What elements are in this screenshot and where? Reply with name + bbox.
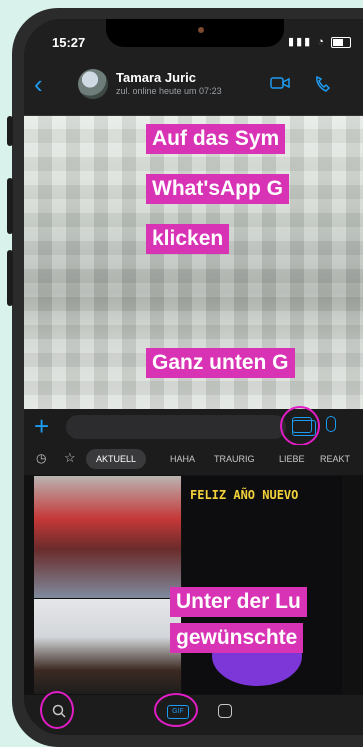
tab-liebe[interactable]: LIEBE — [279, 454, 305, 464]
signal-icon: ▮▮▮ — [288, 36, 313, 48]
gif-tile[interactable] — [34, 476, 181, 598]
recent-icon[interactable]: ◷ — [36, 451, 46, 465]
overlay-line-1: Auf das Sym — [146, 124, 286, 154]
gif-tile[interactable]: FELIZ AÑO NUEVO — [182, 476, 342, 694]
camera-dot-icon — [198, 27, 204, 33]
status-time: 15:27 — [52, 35, 86, 50]
battery-icon — [331, 36, 351, 48]
tab-reakt[interactable]: REAKT — [320, 454, 350, 464]
favorite-star-icon[interactable]: ☆ — [64, 450, 76, 466]
last-seen: zul. online heute um 07:23 — [116, 86, 222, 96]
overlay-bottom-2: gewünschte — [170, 623, 304, 653]
sticker-icon[interactable] — [218, 704, 232, 718]
chat-header: ‹ Tamara Juric zul. online heute um 07:2… — [24, 59, 363, 116]
phone-frame: 15:27 ▮▮▮ ◔ ‹ Tamara Juric zul. online h… — [12, 8, 363, 747]
message-input[interactable] — [66, 415, 316, 439]
side-button — [7, 116, 13, 146]
notch — [106, 19, 284, 47]
side-button — [7, 250, 13, 306]
chat-area-pixelated: Auf das Sym What'sApp G klicken Ganz unt… — [24, 116, 363, 409]
tab-haha[interactable]: HAHA — [170, 454, 195, 464]
overlay-line-2: What'sApp G — [146, 174, 289, 204]
tab-aktuell[interactable]: AKTUELL — [86, 449, 147, 469]
avatar[interactable] — [78, 69, 108, 99]
annotation-circle — [40, 691, 74, 729]
plus-icon[interactable]: + — [34, 411, 49, 442]
side-button — [7, 178, 13, 234]
camera-icon[interactable] — [292, 417, 312, 433]
gif-banner-text: FELIZ AÑO NUEVO — [190, 488, 299, 502]
overlay-bottom-1: Unter der Lu — [170, 587, 307, 617]
back-icon[interactable]: ‹ — [34, 69, 43, 100]
input-bar: + — [24, 406, 363, 446]
contact-name[interactable]: Tamara Juric — [116, 70, 196, 85]
tab-traurig[interactable]: TRAURIG — [214, 454, 255, 464]
gif-tile[interactable] — [34, 599, 181, 694]
video-call-icon[interactable] — [270, 75, 290, 91]
overlay-middle: Ganz unten G — [146, 348, 295, 378]
screen: 15:27 ▮▮▮ ◔ ‹ Tamara Juric zul. online h… — [24, 19, 363, 735]
phone-icon[interactable] — [314, 75, 332, 93]
microphone-icon[interactable] — [326, 416, 336, 432]
overlay-line-3: klicken — [146, 224, 230, 254]
gif-bottom-bar: GIF — [24, 691, 363, 735]
gif-category-tabs: ◷ ☆ AKTUELL HAHA TRAURIG LIEBE REAKT — [24, 445, 363, 475]
wifi-icon: ◔ — [317, 36, 326, 48]
status-icons: ▮▮▮ ◔ — [288, 35, 351, 48]
annotation-circle — [154, 693, 198, 727]
